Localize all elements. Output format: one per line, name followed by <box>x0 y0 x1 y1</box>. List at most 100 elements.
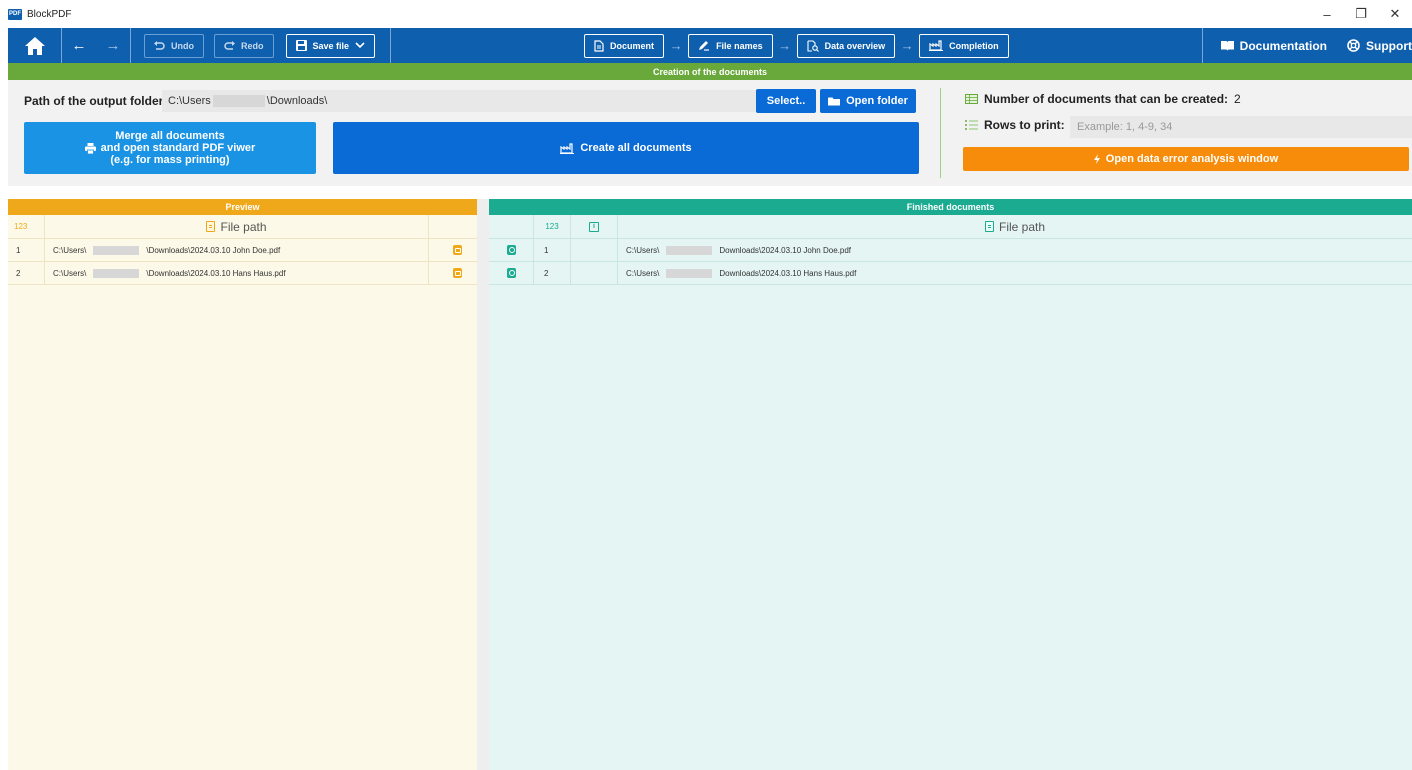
support-button[interactable]: Support <box>1337 28 1412 63</box>
merge-line-1: Merge all documents <box>115 130 225 142</box>
output-folder-field[interactable]: C:\Users \Downloads\ <box>162 90 756 112</box>
redo-icon <box>224 40 235 50</box>
finished-documents-panel: Finished documents 123 i File path 1 C:\… <box>489 199 1412 770</box>
redo-button[interactable]: Redo <box>214 33 274 58</box>
window-controls: – ❐ ✕ <box>1310 0 1412 28</box>
column-file-path-header[interactable]: File path <box>618 215 1412 238</box>
step-arrow-icon: → <box>669 38 683 53</box>
title-bar: PDF BlockPDF – ❐ ✕ <box>0 0 1412 28</box>
documentation-button[interactable]: Documentation <box>1211 28 1337 63</box>
row-action[interactable] <box>429 239 477 261</box>
back-button[interactable]: ← <box>62 28 96 63</box>
step-document-button[interactable]: Document <box>584 33 665 58</box>
open-pdf-icon[interactable] <box>452 268 462 278</box>
bolt-icon <box>1093 154 1100 164</box>
toolbar-separator <box>1201 28 1203 63</box>
column-number-header[interactable]: 123 <box>8 215 45 238</box>
close-button[interactable]: ✕ <box>1378 0 1412 28</box>
rows-to-print-input[interactable]: Example: 1, 4-9, 34 <box>1070 116 1412 138</box>
home-button[interactable] <box>8 28 61 63</box>
creation-panel: Path of the output folder: C:\Users \Dow… <box>8 80 1412 186</box>
preview-panel: Preview 123 File path 1 C:\Users\ \Downl… <box>8 199 477 770</box>
step-completion-button[interactable]: Completion <box>919 33 1009 58</box>
document-count-label: Number of documents that can be created: <box>984 92 1229 106</box>
column-file-path-header[interactable]: File path <box>45 215 429 238</box>
data-search-icon <box>807 39 819 52</box>
table-row[interactable]: 2 C:\Users\ \Downloads\2024.03.10 Hans H… <box>8 262 477 285</box>
redo-label: Redo <box>241 40 264 51</box>
select-folder-button[interactable]: Select.. <box>756 89 816 113</box>
row-number: 1 <box>8 239 45 261</box>
view-document-icon[interactable] <box>506 245 516 255</box>
undo-icon <box>154 40 165 50</box>
row-file-path: C:\Users\ Downloads\2024.03.10 John Doe.… <box>618 239 1412 261</box>
table-row[interactable]: 1 C:\Users\ Downloads\2024.03.10 John Do… <box>489 239 1412 262</box>
undo-button[interactable]: Undo <box>144 33 204 58</box>
factory-icon <box>560 142 575 154</box>
path-prefix: C:\Users\ <box>53 245 87 255</box>
vertical-divider <box>940 88 941 178</box>
view-document-icon[interactable] <box>506 268 516 278</box>
path-prefix: C:\Users\ <box>53 268 87 278</box>
panel-splitter[interactable] <box>477 199 489 770</box>
column-file-path-label: File path <box>220 219 267 234</box>
row-info <box>571 262 618 284</box>
redacted-username <box>666 268 713 278</box>
create-all-documents-label: Create all documents <box>580 142 692 154</box>
chevron-down-icon <box>355 42 365 49</box>
document-count-row: Number of documents that can be created:… <box>965 92 1241 106</box>
redacted-username <box>212 95 265 107</box>
open-error-analysis-button[interactable]: Open data error analysis window <box>963 147 1409 171</box>
app-logo-icon: PDF <box>8 8 22 20</box>
column-action-header <box>429 215 477 238</box>
document-icon <box>594 39 604 52</box>
step-completion-label: Completion <box>949 40 999 51</box>
row-number: 2 <box>8 262 45 284</box>
redacted-username <box>666 245 713 255</box>
step-data-overview-button[interactable]: Data overview <box>796 33 896 58</box>
save-file-label: Save file <box>312 40 350 51</box>
path-prefix: C:\Users <box>168 95 211 107</box>
merge-documents-button[interactable]: Merge all documents and open standard PD… <box>24 122 316 174</box>
workflow-steps: Document → File names → Data overview → … <box>391 33 1202 58</box>
support-icon <box>1347 39 1360 52</box>
open-pdf-icon[interactable] <box>452 245 462 255</box>
table-row[interactable]: 1 C:\Users\ \Downloads\2024.03.10 John D… <box>8 239 477 262</box>
pen-icon <box>699 41 710 51</box>
minimize-button[interactable]: – <box>1310 0 1344 28</box>
open-folder-label: Open folder <box>846 95 908 107</box>
open-folder-button[interactable]: Open folder <box>820 89 916 113</box>
maximize-button[interactable]: ❐ <box>1344 0 1378 28</box>
document-count-value: 2 <box>1234 92 1241 106</box>
row-action[interactable] <box>429 262 477 284</box>
output-folder-label: Path of the output folder: <box>24 94 168 108</box>
creation-banner: Creation of the documents <box>8 63 1412 80</box>
row-info <box>571 239 618 261</box>
redacted-username <box>93 245 140 255</box>
save-file-button[interactable]: Save file <box>285 33 376 58</box>
undo-label: Undo <box>171 40 194 51</box>
column-number-header[interactable]: 123 <box>534 215 571 238</box>
column-file-path-label: File path <box>998 219 1046 234</box>
row-file-path: C:\Users\ Downloads\2024.03.10 Hans Haus… <box>618 262 1412 284</box>
document-icon <box>984 221 994 232</box>
step-file-names-button[interactable]: File names <box>688 33 773 58</box>
column-info-header[interactable]: i <box>571 215 618 238</box>
row-view[interactable] <box>489 239 534 261</box>
finished-column-headers: 123 i File path <box>489 215 1412 239</box>
row-number: 2 <box>534 262 571 284</box>
row-view[interactable] <box>489 262 534 284</box>
merge-line-3: (e.g. for mass printing) <box>110 154 230 166</box>
document-icon <box>206 221 216 232</box>
rows-to-print-row: Rows to print: <box>965 118 1065 132</box>
finished-documents-header: Finished documents <box>489 199 1412 215</box>
step-file-names-label: File names <box>716 40 763 51</box>
create-all-documents-button[interactable]: Create all documents <box>333 122 919 174</box>
forward-button[interactable]: → <box>96 28 130 63</box>
step-arrow-icon: → <box>900 38 914 53</box>
open-error-analysis-label: Open data error analysis window <box>1105 153 1279 165</box>
toolbar-separator <box>130 28 131 63</box>
table-icon <box>965 94 978 104</box>
table-row[interactable]: 2 C:\Users\ Downloads\2024.03.10 Hans Ha… <box>489 262 1412 285</box>
path-suffix: \Downloads\2024.03.10 Hans Haus.pdf <box>146 268 286 278</box>
